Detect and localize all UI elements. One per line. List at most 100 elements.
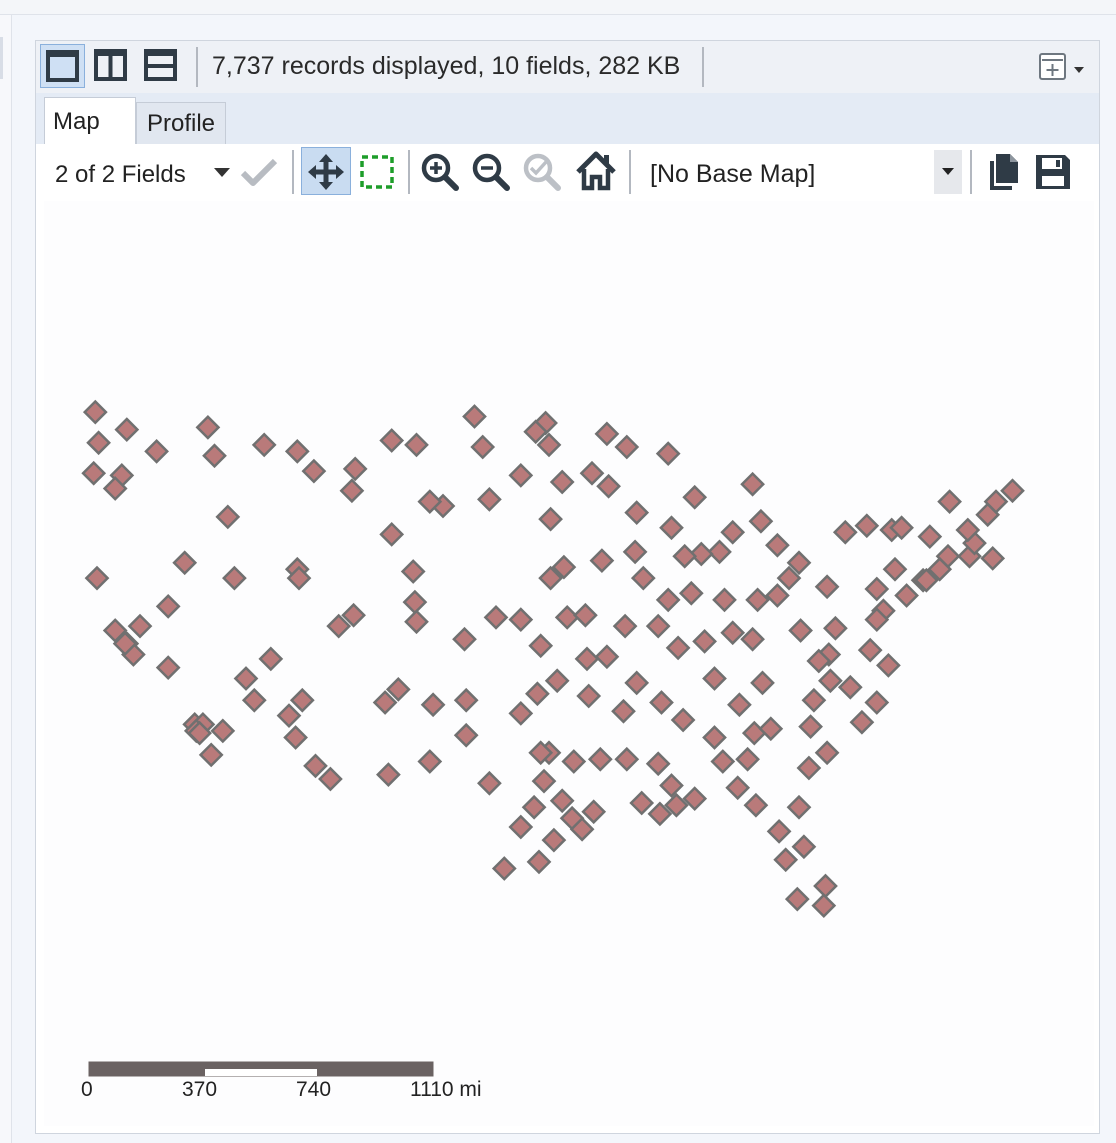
map-point-marker[interactable] [649, 690, 674, 715]
map-point-marker[interactable] [596, 473, 621, 499]
map-point-marker[interactable] [114, 417, 140, 442]
vertical-split-button[interactable] [89, 44, 134, 88]
map-point-marker[interactable] [645, 751, 671, 777]
map-point-marker[interactable] [379, 428, 405, 453]
map-point-marker[interactable] [740, 471, 765, 497]
map-point-marker[interactable] [508, 814, 534, 840]
map-point-marker[interactable] [659, 773, 684, 798]
map-point-marker[interactable] [745, 587, 770, 613]
map-point-marker[interactable] [379, 522, 405, 547]
map-point-marker[interactable] [645, 613, 671, 639]
map-point-marker[interactable] [400, 559, 426, 584]
map-point-marker[interactable] [735, 746, 760, 772]
tab-profile[interactable]: Profile [136, 102, 226, 144]
map-point-marker[interactable] [526, 849, 552, 875]
map-points-layer[interactable] [44, 201, 1094, 1126]
map-point-marker[interactable] [882, 556, 908, 582]
map-point-marker[interactable] [342, 456, 368, 482]
map-point-marker[interactable] [521, 794, 547, 820]
map-point-marker[interactable] [702, 725, 727, 750]
map-point-marker[interactable] [258, 646, 284, 672]
map-point-marker[interactable] [276, 703, 302, 728]
map-point-marker[interactable] [544, 668, 570, 694]
map-point-marker[interactable] [541, 827, 567, 853]
map-point-marker[interactable] [832, 519, 858, 545]
map-point-marker[interactable] [86, 430, 111, 456]
map-point-marker[interactable] [508, 463, 534, 488]
map-point-marker[interactable] [594, 421, 620, 447]
map-point-marker[interactable] [712, 587, 737, 613]
map-point-marker[interactable] [725, 775, 751, 801]
map-point-marker[interactable] [462, 404, 487, 429]
map-point-marker[interactable] [155, 594, 181, 619]
map-point-marker[interactable] [483, 605, 509, 630]
zoom-to-selection-icon[interactable] [522, 152, 562, 192]
save-icon[interactable] [1033, 152, 1073, 192]
map-point-marker[interactable] [84, 565, 110, 591]
map-point-marker[interactable] [849, 709, 875, 735]
map-point-marker[interactable] [127, 613, 153, 639]
fields-selector[interactable]: 2 of 2 Fields [48, 152, 233, 192]
basemap-dropdown[interactable]: [No Base Map] [646, 150, 964, 194]
zoom-in-icon[interactable] [420, 152, 460, 192]
map-point-marker[interactable] [702, 666, 727, 691]
map-point-marker[interactable] [589, 548, 615, 573]
map-point-marker[interactable] [528, 633, 554, 659]
map-point-marker[interactable] [678, 580, 704, 606]
map-point-marker[interactable] [837, 674, 863, 700]
map-point-marker[interactable] [420, 692, 446, 718]
map-point-marker[interactable] [549, 788, 575, 814]
map-point-marker[interactable] [611, 698, 636, 724]
map-point-marker[interactable] [402, 589, 428, 615]
map-point-marker[interactable] [624, 670, 650, 696]
copy-icon[interactable] [986, 152, 1022, 192]
map-point-marker[interactable] [814, 574, 840, 600]
map-point-marker[interactable] [573, 602, 598, 628]
map-point-marker[interactable] [766, 819, 792, 844]
map-point-marker[interactable] [624, 500, 650, 525]
map-point-marker[interactable] [172, 550, 198, 576]
zoom-out-icon[interactable] [471, 152, 511, 192]
map-point-marker[interactable] [144, 439, 169, 464]
map-point-marker[interactable] [470, 434, 496, 460]
map-point-marker[interactable] [215, 504, 241, 530]
add-panel-menu-button[interactable] [1034, 51, 1094, 83]
map-point-marker[interactable] [549, 469, 575, 495]
tab-map[interactable]: Map [44, 97, 136, 144]
map-point-marker[interactable] [376, 762, 401, 787]
map-point-marker[interactable] [798, 714, 823, 739]
map-point-marker[interactable] [318, 766, 343, 792]
map-canvas[interactable]: 0 370 740 1110 mi [44, 201, 1094, 1126]
map-point-marker[interactable] [796, 755, 822, 781]
map-point-marker[interactable] [655, 587, 681, 613]
map-point-marker[interactable] [672, 543, 698, 569]
map-point-marker[interactable] [743, 792, 769, 818]
map-point-marker[interactable] [917, 524, 943, 549]
map-point-marker[interactable] [727, 692, 752, 718]
map-point-marker[interactable] [682, 484, 708, 510]
map-point-marker[interactable] [720, 519, 746, 545]
map-point-marker[interactable] [289, 687, 315, 713]
map-point-marker[interactable] [581, 799, 607, 825]
map-point-marker[interactable] [491, 856, 517, 881]
map-point-marker[interactable] [303, 753, 328, 779]
map-point-marker[interactable] [786, 794, 812, 820]
map-point-marker[interactable] [210, 718, 236, 744]
map-point-marker[interactable] [670, 707, 696, 733]
map-point-marker[interactable] [748, 508, 774, 534]
map-point-marker[interactable] [801, 687, 827, 713]
map-point-marker[interactable] [773, 847, 799, 873]
map-point-marker[interactable] [692, 629, 717, 654]
map-point-marker[interactable] [579, 460, 605, 486]
horizontal-split-button[interactable] [139, 44, 184, 88]
map-point-marker[interactable] [538, 506, 563, 532]
map-point-marker[interactable] [284, 439, 310, 464]
map-point-marker[interactable] [630, 565, 656, 591]
map-point-marker[interactable] [894, 583, 919, 608]
map-point-marker[interactable] [1000, 478, 1025, 504]
map-point-marker[interactable] [937, 489, 962, 514]
map-point-marker[interactable] [813, 873, 838, 899]
map-point-marker[interactable] [665, 635, 691, 661]
basemap-dropdown-arrow[interactable] [934, 150, 962, 194]
map-point-marker[interactable] [791, 834, 817, 860]
